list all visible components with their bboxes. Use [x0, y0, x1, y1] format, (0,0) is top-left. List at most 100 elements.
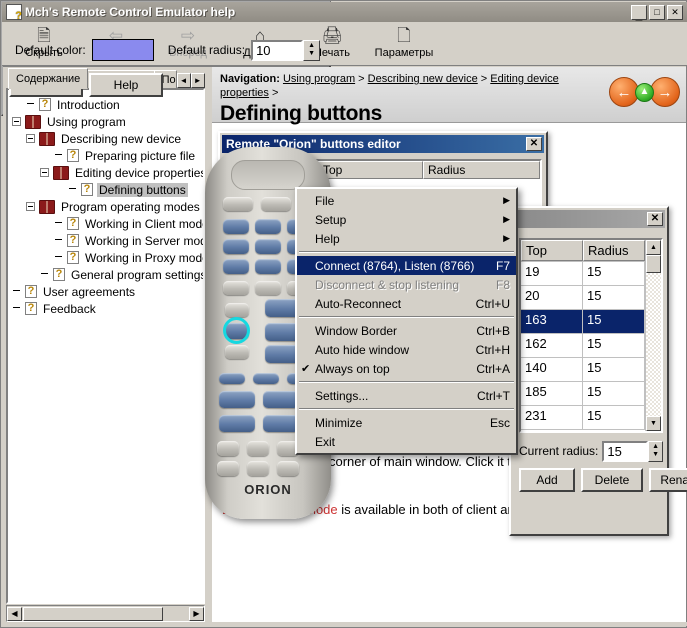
- tree-item[interactable]: Introduction: [12, 96, 203, 113]
- menu-item[interactable]: Exit: [297, 432, 516, 451]
- tree-item[interactable]: Working in Proxy mode: [12, 249, 203, 266]
- tree-item-label: Describing new device: [61, 131, 182, 146]
- button-list-grid[interactable]: Top Radius 19 15 20 15 163 15 162 15 140 15 185 15 231…: [519, 238, 663, 433]
- scroll-left-icon[interactable]: ◀: [7, 606, 22, 621]
- tree-item[interactable]: Editing device properties: [12, 164, 203, 181]
- menu-item[interactable]: Window Border Ctrl+B: [297, 321, 516, 340]
- menu-item-label: Settings...: [315, 388, 369, 403]
- menu-item[interactable]: Setup ▶: [297, 210, 516, 229]
- scrollbar-thumb[interactable]: [23, 606, 163, 621]
- menu-separator: [299, 408, 514, 410]
- tree-item[interactable]: Preparing picture file: [12, 147, 203, 164]
- cell-top: 231: [521, 406, 583, 429]
- content-header: Navigation: Using program > Describing n…: [212, 67, 686, 125]
- buttons-editor-close-icon[interactable]: ✕: [526, 137, 542, 151]
- options-icon: 🗋: [397, 25, 411, 45]
- current-radius-stepper[interactable]: ▲ ▼: [648, 440, 663, 462]
- table-row[interactable]: 162 15: [521, 334, 645, 358]
- menu-item[interactable]: Settings... Ctrl+T: [297, 386, 516, 405]
- tree-collapse-icon[interactable]: [26, 202, 35, 211]
- help-viewer-window: Mch's Remote Control Emulator help _ □ ✕…: [0, 0, 687, 628]
- delete-button[interactable]: Delete: [581, 468, 643, 492]
- selected-button-ring-icon: [223, 317, 250, 344]
- tree-item[interactable]: Feedback: [12, 300, 203, 317]
- tree-item[interactable]: General program settings: [12, 266, 203, 283]
- page-icon: [81, 182, 93, 196]
- tab-scroll-right-icon[interactable]: ►: [190, 73, 205, 88]
- tree-item[interactable]: Program operating modes: [12, 198, 203, 215]
- tree-expander-placeholder: [68, 185, 77, 194]
- vscrollbar-track[interactable]: [646, 273, 661, 416]
- menu-item[interactable]: File ▶: [297, 191, 516, 210]
- tree-expander-placeholder: [12, 287, 21, 296]
- column-header-top[interactable]: Top: [521, 240, 583, 261]
- tree-item[interactable]: Using program: [12, 113, 203, 130]
- menu-item-accelerator: Ctrl+A: [476, 361, 510, 376]
- tree-expander-placeholder: [40, 270, 49, 279]
- menu-separator: [299, 251, 514, 253]
- help-dialog-button[interactable]: Help: [89, 73, 163, 97]
- scroll-up-icon[interactable]: ▲: [646, 240, 661, 255]
- default-color-swatch[interactable]: [91, 39, 154, 61]
- menu-item[interactable]: Connect (8764), Listen (8766) F7: [297, 256, 516, 275]
- tree-item[interactable]: Working in Client mode: [12, 215, 203, 232]
- nav-forward-icon[interactable]: →: [650, 77, 680, 107]
- remote-button: [263, 415, 299, 432]
- tray-context-menu[interactable]: File ▶ Setup ▶ Help ▶ Connect (8764), Listen (…: [295, 187, 518, 455]
- table-row[interactable]: 140 15: [521, 358, 645, 382]
- table-row[interactable]: 163 15: [521, 310, 645, 334]
- default-radius-input[interactable]: 10: [251, 39, 304, 61]
- menu-item[interactable]: ✔ Always on top Ctrl+A: [297, 359, 516, 378]
- menu-item[interactable]: Auto hide window Ctrl+H: [297, 340, 516, 359]
- menu-item[interactable]: Help ▶: [297, 229, 516, 248]
- minimize-icon: _: [635, 7, 643, 22]
- tree-item[interactable]: User agreements: [12, 283, 203, 300]
- menu-item-accelerator: Ctrl+T: [477, 388, 510, 403]
- tab-contents[interactable]: Содержание: [8, 68, 89, 89]
- contents-tree[interactable]: Introduction Using program Describing new …: [6, 88, 205, 604]
- minimize-button[interactable]: _: [631, 4, 647, 22]
- breadcrumb-link-2[interactable]: Describing new device: [368, 73, 478, 85]
- tree-collapse-icon[interactable]: [12, 117, 21, 126]
- menu-item[interactable]: Minimize Esc: [297, 413, 516, 432]
- column-header-radius[interactable]: Radius: [423, 161, 540, 179]
- table-row[interactable]: 20 15: [521, 286, 645, 310]
- toolbar-button-options[interactable]: 🗋 Параметры: [368, 22, 440, 64]
- table-row[interactable]: 19 15: [521, 262, 645, 286]
- tree-item[interactable]: Describing new device: [12, 130, 203, 147]
- scroll-down-icon[interactable]: ▼: [646, 416, 661, 431]
- tree-item[interactable]: Defining buttons: [12, 181, 203, 198]
- cell-radius: 15: [583, 382, 645, 405]
- tree-item[interactable]: Working in Server mode: [12, 232, 203, 249]
- add-button[interactable]: Add: [519, 468, 575, 492]
- scroll-right-icon[interactable]: ▶: [189, 606, 204, 621]
- menu-item-label: Window Border: [315, 323, 398, 338]
- tab-scroll-left-icon[interactable]: ◄: [176, 73, 191, 88]
- button-list-close-icon[interactable]: ✕: [647, 212, 663, 226]
- default-radius-stepper[interactable]: ▲ ▼: [303, 39, 321, 61]
- tree-collapse-icon[interactable]: [26, 134, 35, 143]
- button-list-rows[interactable]: Top Radius 19 15 20 15 163 15 162 15 140 15 185 15 231…: [521, 240, 645, 431]
- menu-item-accelerator: Ctrl+B: [476, 323, 510, 338]
- tree-collapse-icon[interactable]: [40, 168, 49, 177]
- remote-button: [255, 259, 281, 274]
- button-list-vscrollbar[interactable]: ▲ ▼: [645, 240, 661, 431]
- tree-horizontal-scrollbar[interactable]: ◀ ▶: [6, 605, 205, 622]
- rename-button[interactable]: Rename: [649, 468, 687, 492]
- table-row[interactable]: 231 15: [521, 406, 645, 430]
- page-icon: [25, 284, 37, 298]
- remote-brand-label: ORION: [244, 482, 292, 497]
- breadcrumb-link-1[interactable]: Using program: [283, 73, 355, 85]
- cell-radius: 15: [583, 358, 645, 381]
- scrollbar-track[interactable]: [164, 607, 189, 621]
- maximize-button[interactable]: □: [649, 4, 665, 20]
- close-button[interactable]: ✕: [667, 4, 683, 20]
- current-radius-input[interactable]: 15: [602, 440, 649, 462]
- column-header-radius[interactable]: Radius: [583, 240, 645, 261]
- table-row[interactable]: 185 15: [521, 382, 645, 406]
- vscrollbar-thumb[interactable]: [646, 255, 661, 273]
- breadcrumb: Navigation: Using program > Describing n…: [220, 72, 580, 100]
- menu-item[interactable]: Auto-Reconnect Ctrl+U: [297, 294, 516, 313]
- remote-button: [223, 239, 249, 254]
- nav-up-icon[interactable]: ▲: [635, 82, 654, 102]
